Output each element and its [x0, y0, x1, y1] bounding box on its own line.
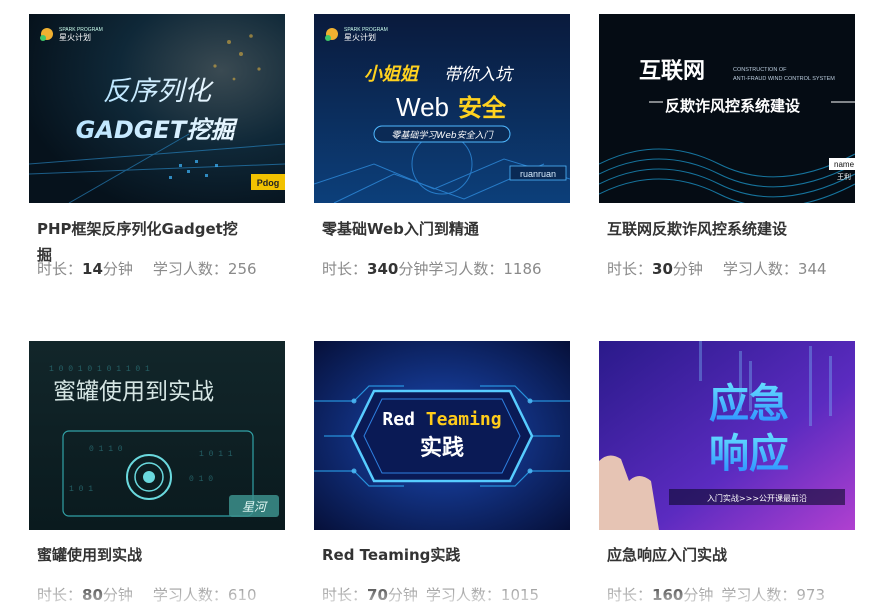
- svg-text:星河: 星河: [242, 500, 268, 514]
- svg-text:GADGET挖掘: GADGET挖掘: [76, 116, 239, 144]
- course-learners: 610: [227, 586, 257, 604]
- svg-text:0 1 0: 0 1 0: [189, 475, 213, 484]
- svg-text:CONSTRUCTION OF: CONSTRUCTION OF: [733, 67, 787, 73]
- course-cover-image: 应急 响应 入门实战>>>公开课最前沿: [599, 341, 855, 530]
- course-duration: 30: [652, 260, 673, 278]
- course-learners: 1186: [503, 260, 542, 278]
- course-title[interactable]: 互联网反欺诈风控系统建设: [607, 216, 847, 242]
- course-meta: 时长：80分钟 学习人数：610: [37, 586, 257, 604]
- svg-text:星火计划: 星火计划: [59, 32, 91, 42]
- course-thumbnail[interactable]: SPARK PROGRAM 星火计划 反序列化 GADGET挖掘 Pdog: [29, 14, 285, 203]
- svg-text:1 0 1: 1 0 1: [69, 485, 93, 494]
- svg-text:Pdog: Pdog: [257, 178, 280, 188]
- course-thumbnail[interactable]: 互联网 CONSTRUCTION OF ANTI-FRAUD WIND CONT…: [599, 14, 855, 203]
- course-title[interactable]: 零基础Web入门到精通: [322, 216, 537, 242]
- course-cover-image: 互联网 CONSTRUCTION OF ANTI-FRAUD WIND CONT…: [599, 14, 855, 203]
- svg-text:反欺诈风控系统建设: 反欺诈风控系统建设: [665, 97, 800, 115]
- course-learners: 344: [797, 260, 827, 278]
- svg-text:王利: 王利: [837, 172, 851, 181]
- svg-text:入门实战>>>公开课最前沿: 入门实战>>>公开课最前沿: [707, 493, 807, 503]
- course-duration: 70: [367, 586, 388, 604]
- course-duration: 340: [367, 260, 399, 278]
- course-title[interactable]: 蜜罐使用到实战: [37, 542, 252, 568]
- course-meta: 时长：70分钟 学习人数：1015: [322, 586, 540, 604]
- svg-text:带你入坑: 带你入坑: [444, 65, 515, 85]
- svg-text:name: name: [834, 160, 855, 169]
- svg-text:零基础学习Web安全入门: 零基础学习Web安全入门: [391, 130, 494, 141]
- svg-text:小姐姐: 小姐姐: [364, 64, 420, 85]
- course-cover-image: 1 0 0 1 0 1 0 1 1 0 1 0 1 1 0 1 0 1 1 0 …: [29, 341, 285, 530]
- svg-text:安全: 安全: [458, 94, 507, 122]
- course-meta: 时长：160分钟 学习人数：973: [607, 586, 825, 604]
- svg-text:Web: Web: [396, 92, 449, 122]
- course-learners: 973: [796, 586, 825, 604]
- course-learners: 1015: [500, 586, 540, 604]
- svg-text:0 1 1 0: 0 1 1 0: [89, 445, 123, 454]
- svg-text:响应: 响应: [709, 431, 789, 477]
- course-thumbnail[interactable]: Red Teaming 实践: [314, 341, 570, 530]
- course-meta: 时长：14分钟 学习人数：256: [37, 260, 257, 278]
- course-cover-image: SPARK PROGRAM 星火计划 反序列化 GADGET挖掘 Pdog: [29, 14, 285, 203]
- course-cover-image: Red Teaming 实践: [314, 341, 570, 530]
- svg-text:实践: 实践: [420, 435, 464, 461]
- course-thumbnail[interactable]: 应急 响应 入门实战>>>公开课最前沿: [599, 341, 855, 530]
- svg-text:星火计划: 星火计划: [344, 32, 376, 42]
- svg-text:ruanruan: ruanruan: [520, 169, 556, 179]
- course-title[interactable]: 应急响应入门实战: [607, 542, 847, 568]
- svg-text:蜜罐使用到实战: 蜜罐使用到实战: [53, 379, 214, 405]
- svg-text:1 0 1 1: 1 0 1 1: [199, 450, 233, 459]
- course-thumbnail[interactable]: SPARK PROGRAM 星火计划 小姐姐 带你入坑 Web 安全 零基础学习…: [314, 14, 570, 203]
- svg-text:反序列化: 反序列化: [103, 76, 214, 107]
- svg-text:1 0 0 1 0 1 0 1 1 0 1: 1 0 0 1 0 1 0 1 1 0 1: [49, 365, 150, 374]
- course-thumbnail[interactable]: 1 0 0 1 0 1 0 1 1 0 1 0 1 1 0 1 0 1 1 0 …: [29, 341, 285, 530]
- course-learners: 256: [227, 260, 257, 278]
- course-cover-image: SPARK PROGRAM 星火计划 小姐姐 带你入坑 Web 安全 零基础学习…: [314, 14, 570, 203]
- course-meta: 时长：30分钟 学习人数：344: [607, 260, 827, 278]
- svg-text:Red Teaming: Red Teaming: [382, 409, 501, 430]
- course-duration: 80: [82, 586, 103, 604]
- svg-text:互联网: 互联网: [639, 59, 705, 84]
- course-title[interactable]: Red Teaming实践: [322, 542, 537, 568]
- course-meta: 时长：340分钟学习人数：1186: [322, 260, 542, 278]
- course-duration: 14: [82, 260, 103, 278]
- svg-text:ANTI-FRAUD WIND CONTROL SYSTEM: ANTI-FRAUD WIND CONTROL SYSTEM: [733, 76, 835, 82]
- course-duration: 160: [652, 586, 684, 604]
- svg-text:应急: 应急: [709, 381, 789, 427]
